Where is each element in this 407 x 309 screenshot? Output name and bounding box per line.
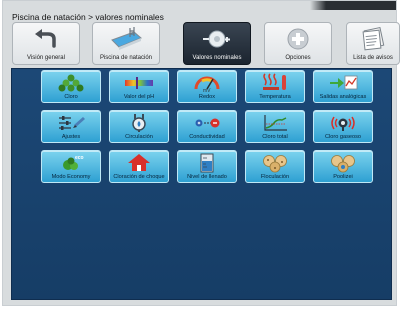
setpoint-tile-grid: Cloro Valor del pH mV Redox Temperatura … bbox=[41, 70, 373, 183]
toolbar-button-pool[interactable]: Piscina de natación bbox=[92, 22, 160, 65]
app-window: Piscina de natación > valores nominales … bbox=[2, 0, 400, 306]
tile-label: Salidas analógicas bbox=[319, 94, 367, 100]
tile-chlorine[interactable]: Cloro bbox=[41, 70, 101, 103]
chlorine-gas-icon bbox=[331, 116, 355, 131]
toolbar-button-setpoints[interactable]: Valores nominales bbox=[183, 22, 251, 65]
message-list-icon bbox=[362, 26, 385, 51]
toolbar-label: Valores nominales bbox=[192, 55, 242, 61]
toolbar-label: Opciones bbox=[285, 55, 311, 61]
svg-text:mV: mV bbox=[203, 88, 211, 93]
tile-label: Nivel de llenado bbox=[187, 174, 227, 180]
tile-shock-chlorination[interactable]: Cloración de choque bbox=[109, 150, 169, 183]
plus-icon bbox=[287, 28, 309, 50]
tile-total-chlorine[interactable]: Cloro total bbox=[245, 110, 305, 143]
tile-label: Ajustes bbox=[61, 134, 81, 140]
breadcrumb: Piscina de natación > valores nominales bbox=[12, 12, 164, 22]
tile-label: Cloro gaseoso bbox=[324, 134, 362, 140]
toolbar-button-message-list[interactable]: Lista de avisos bbox=[346, 22, 400, 65]
ph-scale-icon bbox=[125, 77, 153, 89]
tile-ph-value[interactable]: Valor del pH bbox=[109, 70, 169, 103]
heater-icon bbox=[263, 73, 286, 90]
tile-label: Cloro bbox=[64, 94, 78, 100]
tile-label: Circulación bbox=[125, 134, 153, 140]
conductivity-icon bbox=[195, 118, 220, 128]
svg-text:eco: eco bbox=[75, 155, 84, 161]
tile-label: Conductividad bbox=[189, 134, 225, 140]
circulation-pump-icon bbox=[132, 114, 146, 132]
flocculation-icon bbox=[263, 155, 287, 173]
tile-conductivity[interactable]: Conductividad bbox=[177, 110, 237, 143]
pool-icon bbox=[111, 27, 142, 50]
tile-label: Floculación bbox=[260, 174, 290, 180]
main-toolbar: Visión general Piscina de natación Valor… bbox=[12, 22, 400, 66]
tile-temperature[interactable]: Temperatura bbox=[245, 70, 305, 103]
toolbar-button-options[interactable]: Opciones bbox=[264, 22, 332, 65]
tile-label: Cloro total bbox=[262, 134, 288, 140]
tile-settings[interactable]: Ajustes bbox=[41, 110, 101, 143]
toolbar-label: Lista de avisos bbox=[353, 55, 393, 61]
toolbar-label: Visión general bbox=[27, 55, 65, 61]
tile-analog-outputs[interactable]: Salidas analógicas bbox=[313, 70, 373, 103]
analog-output-icon bbox=[330, 75, 358, 90]
tile-label: Cloración de choque bbox=[113, 174, 165, 180]
setpoint-dial-icon bbox=[203, 30, 230, 48]
toolbar-button-overview[interactable]: Visión general bbox=[12, 22, 80, 65]
chlorine-molecule-icon bbox=[58, 74, 84, 92]
tile-label: Valor del pH bbox=[123, 94, 155, 100]
tile-label: Poolizei bbox=[333, 174, 353, 180]
fill-level-icon bbox=[200, 153, 214, 173]
tile-fill-level[interactable]: Nivel de llenado bbox=[177, 150, 237, 183]
tile-flocculation[interactable]: Floculación bbox=[245, 150, 305, 183]
settings-sliders-icon bbox=[59, 116, 85, 130]
tile-label: Redox bbox=[198, 94, 216, 100]
tile-economy-mode[interactable]: eco Modo Economy bbox=[41, 150, 101, 183]
tile-label: Modo Economy bbox=[51, 174, 91, 180]
tile-redox[interactable]: mV Redox bbox=[177, 70, 237, 103]
tile-chlorine-gas[interactable]: Cloro gaseoso bbox=[313, 110, 373, 143]
window-corner-decoration bbox=[310, 1, 396, 10]
total-chlorine-chart-icon bbox=[264, 115, 287, 131]
tile-poolizei[interactable]: Poolizei bbox=[313, 150, 373, 183]
shock-chlorination-icon bbox=[128, 154, 150, 171]
toolbar-label: Piscina de natación bbox=[99, 55, 153, 61]
redox-gauge-icon: mV bbox=[194, 76, 220, 93]
back-arrow-icon bbox=[35, 29, 56, 48]
poolizei-icon bbox=[331, 155, 355, 173]
tile-label: Temperatura bbox=[259, 94, 291, 100]
eco-mode-icon: eco bbox=[63, 155, 84, 170]
tile-circulation[interactable]: Circulación bbox=[109, 110, 169, 143]
